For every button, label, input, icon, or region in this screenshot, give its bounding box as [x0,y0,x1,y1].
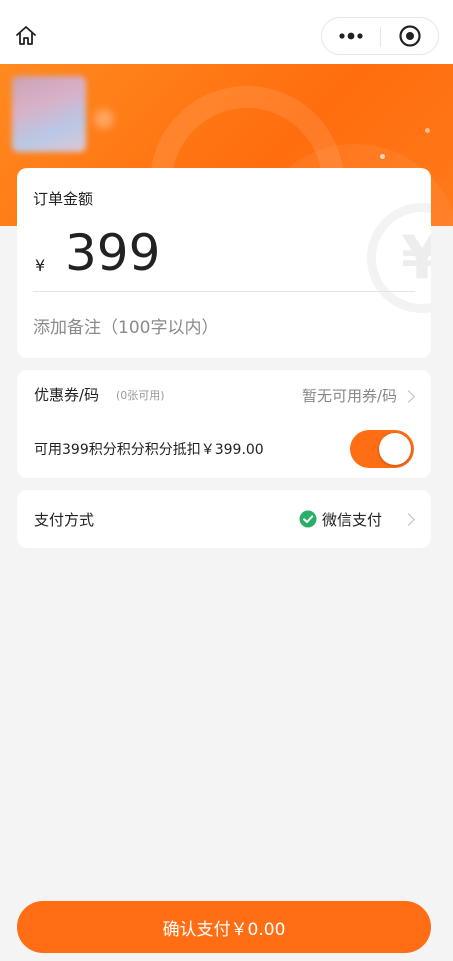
points-deduction-label: 可用399积分积分积分抵扣￥399.00 [34,442,264,458]
close-target-icon [399,25,421,47]
banner-sparkle [380,154,385,159]
toggle-knob [379,433,411,465]
merchant-avatar [12,76,86,152]
coupon-count: (0张可用) [116,389,165,402]
capsule-menu [321,17,439,55]
order-amount-value[interactable]: 399 [65,224,160,282]
banner-sparkle [425,128,430,133]
payment-method-value[interactable]: 微信支付 [322,509,382,530]
payment-method-label: 支付方式 [34,511,95,529]
order-amount-label: 订单金额 [33,190,94,208]
currency-symbol: ¥ [35,256,46,275]
order-amount-card: ¥ 订单金额 ¥ 399 添加备注（100字以内） [17,168,431,358]
chevron-right-icon [402,513,415,526]
more-dots-icon [339,32,363,40]
more-button[interactable] [322,18,380,54]
coupon-label: 优惠券/码 [34,386,100,404]
chevron-right-icon [402,390,415,403]
home-icon [16,26,36,45]
mini-program-topbar [0,0,453,64]
payment-method-card[interactable]: 支付方式 微信支付 [17,490,431,548]
remark-input[interactable]: 添加备注（100字以内） [33,313,218,338]
wechat-pay-icon [299,510,317,528]
coupon-selector[interactable]: 暂无可用券/码 [302,385,397,406]
discount-card: 优惠券/码 (0张可用) 暂无可用券/码 可用399积分积分积分抵扣￥399.0… [17,370,431,478]
merchant-name-blurred [94,109,114,129]
home-button[interactable] [12,22,40,50]
close-button[interactable] [381,18,439,54]
yen-watermark-icon: ¥ [367,203,431,313]
amount-divider [33,291,415,292]
confirm-pay-button[interactable]: 确认支付￥0.00 [17,901,431,953]
points-toggle[interactable] [350,430,414,468]
